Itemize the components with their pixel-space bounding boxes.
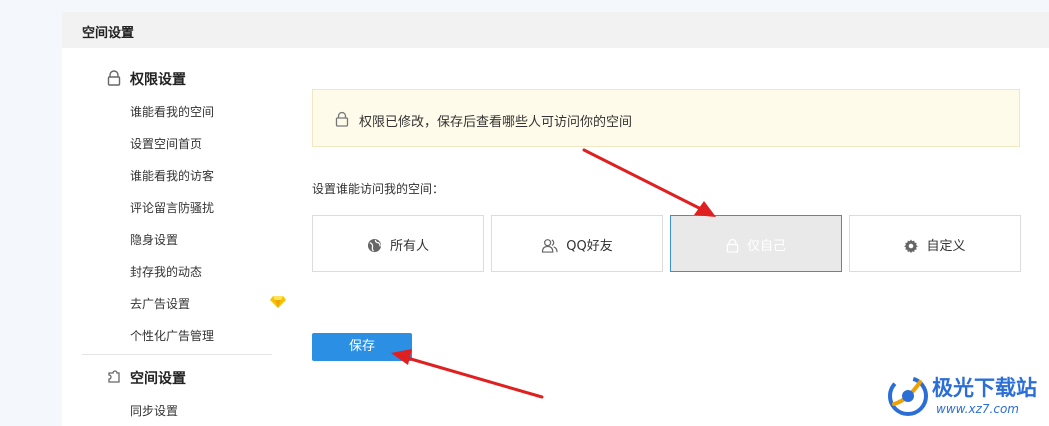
lock-icon — [726, 238, 739, 253]
settings-panel: 空间设置 权限设置 谁能看我的空间 设置空间首页 谁能看我的访客 评论留言防骚扰… — [62, 12, 1049, 426]
option-only-me[interactable]: 仅自己 — [670, 215, 842, 272]
sidebar-item-anti-harassment[interactable]: 评论留言防骚扰 — [130, 199, 214, 216]
notice-text: 权限已修改，保存后查看哪些人可访问你的空间 — [359, 115, 633, 130]
sidebar-section-title: 空间设置 — [130, 371, 186, 387]
sidebar-item-personalized-ads[interactable]: 个性化广告管理 — [130, 327, 214, 344]
permission-notice: 权限已修改，保存后查看哪些人可访问你的空间 — [312, 89, 1020, 147]
lock-icon — [107, 70, 121, 86]
option-label: 所有人 — [389, 239, 429, 254]
panel-header: 空间设置 — [62, 12, 1049, 48]
option-label: 仅自己 — [746, 239, 786, 254]
sidebar-item-archive-feed[interactable]: 封存我的动态 — [130, 263, 202, 280]
option-label: 自定义 — [926, 239, 966, 254]
page-title: 空间设置 — [82, 26, 135, 41]
option-custom[interactable]: 自定义 — [849, 215, 1021, 272]
sidebar-item-who-can-see-space[interactable]: 谁能看我的空间 — [130, 103, 214, 120]
watermark-url: www.xz7.com — [936, 402, 1019, 416]
gear-icon — [904, 239, 919, 254]
sidebar-item-remove-ads[interactable]: 去广告设置 — [130, 295, 286, 312]
sidebar-item-who-can-see-visitors[interactable]: 谁能看我的访客 — [130, 167, 214, 184]
option-label: QQ好友 — [566, 239, 613, 254]
watermark-logo-icon — [888, 376, 928, 416]
puzzle-settings-icon — [108, 370, 120, 383]
watermark-brand: 极光下载站 — [932, 376, 1037, 400]
globe-icon — [367, 238, 382, 253]
sidebar-divider — [82, 354, 272, 355]
sidebar-item-label: 去广告设置 — [130, 297, 191, 311]
yellow-diamond-icon — [270, 296, 286, 308]
save-button[interactable]: 保存 — [312, 333, 412, 361]
sidebar-item-sync-settings[interactable]: 同步设置 — [130, 402, 178, 419]
sidebar-item-invisible[interactable]: 隐身设置 — [130, 231, 178, 248]
option-everyone[interactable]: 所有人 — [312, 215, 484, 272]
access-question-label: 设置谁能访问我的空间： — [312, 182, 445, 196]
lock-icon — [335, 111, 349, 127]
option-qq-friends[interactable]: QQ好友 — [491, 215, 663, 272]
site-watermark: 极光下载站 www.xz7.com — [886, 370, 1046, 420]
friends-icon — [542, 239, 558, 253]
sidebar-section-title: 权限设置 — [130, 72, 186, 88]
sidebar-item-set-homepage[interactable]: 设置空间首页 — [130, 135, 202, 152]
